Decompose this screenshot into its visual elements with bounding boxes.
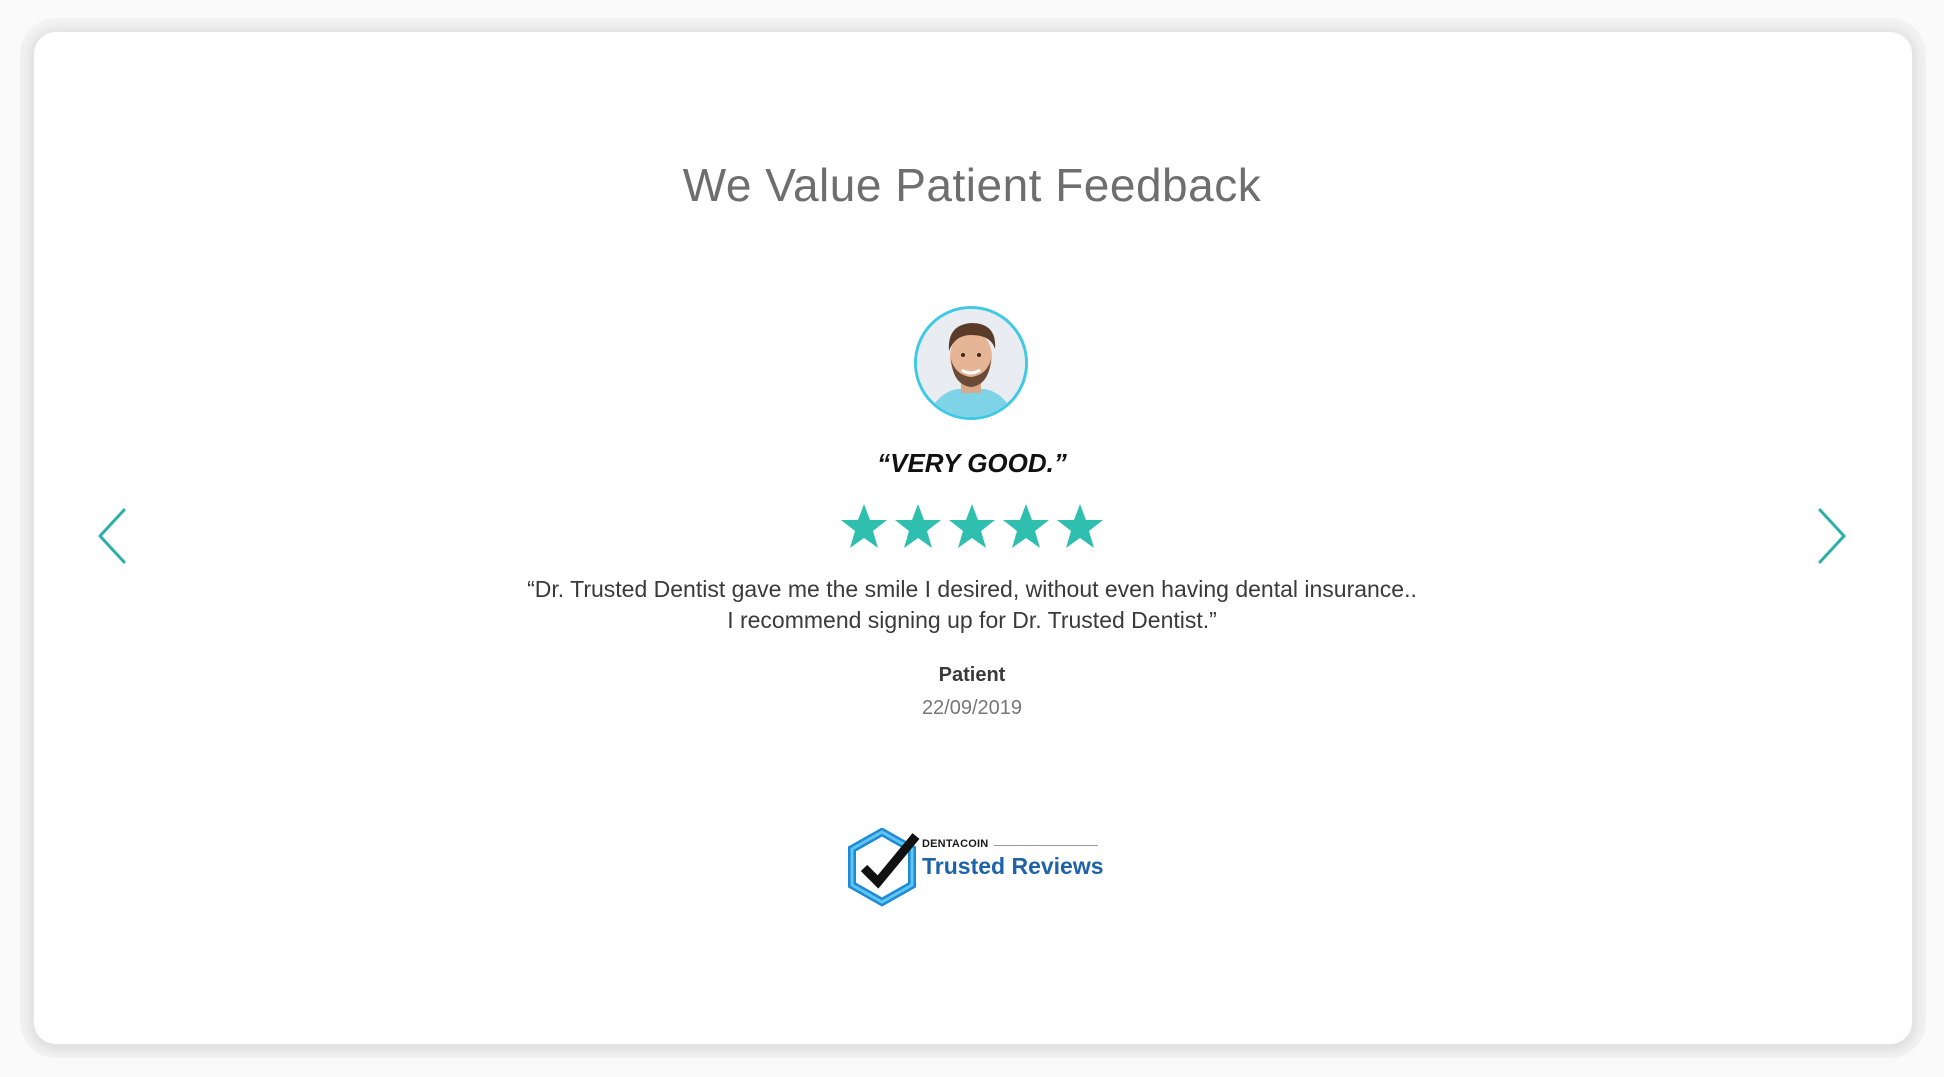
reviewer-photo [917, 309, 1025, 417]
brand-top-label: DENTACOIN [922, 838, 989, 850]
reviewer-avatar [914, 306, 1028, 420]
chevron-left-icon [98, 508, 126, 564]
star-icon [841, 504, 887, 548]
star-icon [1003, 504, 1049, 548]
review-date: 22/09/2019 [921, 697, 1023, 719]
star-rating [839, 502, 1105, 554]
hexagon-check-icon [848, 828, 920, 907]
section-title: We Value Patient Feedback [682, 159, 1262, 211]
star-icon [949, 504, 995, 548]
next-review-button[interactable] [1810, 506, 1850, 566]
review-text: “Dr. Trusted Dentist gave me the smile I… [0, 574, 1944, 636]
brand-divider [994, 845, 1098, 846]
chevron-right-icon [1818, 508, 1846, 564]
review-text-line: I recommend signing up for Dr. Trusted D… [727, 607, 1217, 633]
star-icon [1057, 504, 1103, 548]
star-icon [895, 504, 941, 548]
review-author: Patient [938, 664, 1006, 686]
previous-review-button[interactable] [94, 506, 134, 566]
review-headline: “VERY GOOD.” [877, 448, 1067, 478]
dentacoin-trusted-reviews-logo[interactable]: DENTACOIN Trusted Reviews [842, 828, 1112, 908]
brand-main-label: Trusted Reviews [922, 853, 1104, 879]
review-text-line: “Dr. Trusted Dentist gave me the smile I… [527, 576, 1417, 602]
